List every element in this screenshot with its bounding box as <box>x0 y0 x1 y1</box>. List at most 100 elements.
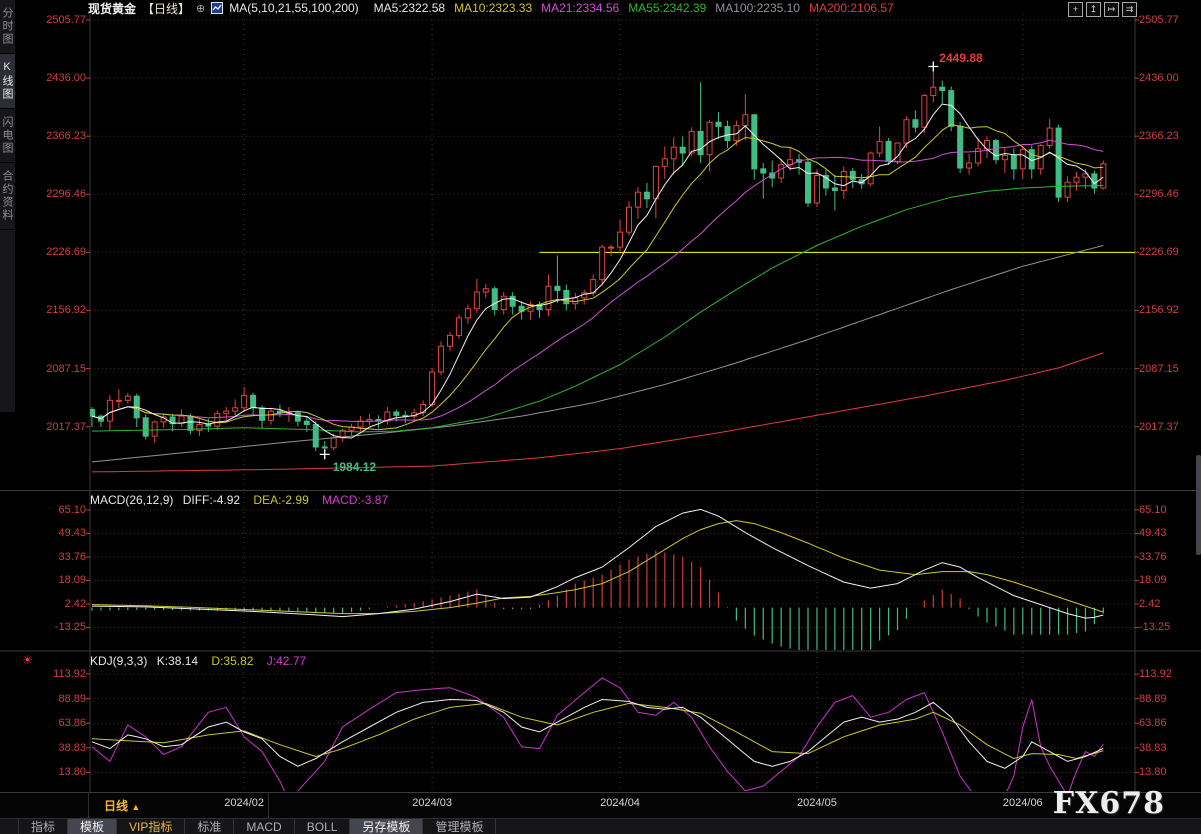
kdj-axis-label-right: 63.86 <box>1139 717 1167 729</box>
macd-axis-label-right: -13.25 <box>1139 621 1170 633</box>
chart-header: 现货黄金 【日线】 ⊕ MA(5,10,21,55,100,200) MA5:2… <box>88 1 894 15</box>
macd-axis-label-left: 18.09 <box>24 574 86 586</box>
period-selector[interactable]: 日线 ▲ <box>104 797 140 814</box>
period-tag: 【日线】 <box>142 0 190 17</box>
macd-axis-label-left: -13.25 <box>24 621 86 633</box>
sun-icon[interactable]: ☀ <box>22 653 33 667</box>
macd-axis-label-right: 33.76 <box>1139 551 1167 563</box>
kdj-axis-label-left: 88.89 <box>24 693 86 705</box>
price-axis-label-left: 2505.77 <box>24 14 86 26</box>
toolbar-tab-标准[interactable]: 标准 <box>185 819 234 834</box>
kdj-axis-label-left: 63.86 <box>24 717 86 729</box>
watermark: FX678 <box>1053 786 1165 821</box>
date-axis-label: 2024/02 <box>224 797 264 809</box>
macd-title: MACD(26,12,9) <box>90 493 173 507</box>
price-axis-label-left: 2017.37 <box>24 421 86 433</box>
date-axis-label: 2024/04 <box>600 797 640 809</box>
price-axis-label-right: 2017.37 <box>1139 421 1179 433</box>
expand-vertical-icon[interactable]: ↥ <box>1086 2 1101 17</box>
price-axis-label-left: 2436.00 <box>24 72 86 84</box>
shift-chart-icon[interactable]: ⇉ <box>1122 2 1137 17</box>
macd-axis-label-left: 33.76 <box>24 551 86 563</box>
ma-legend-value: MA21:2334.56 <box>541 1 619 15</box>
price-axis-label-right: 2156.92 <box>1139 304 1179 316</box>
toolbar-tab-VIP指标[interactable]: VIP指标 <box>117 819 185 834</box>
price-axis-label-left: 2296.46 <box>24 188 86 200</box>
kdj-title: KDJ(9,3,3) <box>90 654 147 668</box>
axis-row-separator <box>88 793 89 818</box>
kdj-axis-label-left: 38.83 <box>24 742 86 754</box>
price-axis-label-right: 2296.46 <box>1139 188 1179 200</box>
macd-axis-label-left: 49.43 <box>24 527 86 539</box>
chart-app: 分时图K线图闪电图合约资料 现货黄金 【日线】 ⊕ MA(5,10,21,55,… <box>0 0 1201 834</box>
kdj-axis-label-left: 113.92 <box>24 668 86 680</box>
symbol-title: 现货黄金 <box>88 0 136 17</box>
sidebar-tab-分时图[interactable]: 分时图 <box>0 0 15 54</box>
low-price-annotation: 1984.12 <box>333 460 376 474</box>
period-arrow-icon: ▲ <box>131 802 140 812</box>
price-axis-label-left: 2087.15 <box>24 363 86 375</box>
kdj-k-value: K:38.14 <box>157 654 198 668</box>
sidebar-tab-合约资料[interactable]: 合约资料 <box>0 163 15 230</box>
macd-axis-label-right: 65.10 <box>1139 504 1167 516</box>
price-marker-cross <box>928 62 938 72</box>
toolbar-tab-模板[interactable]: 模板 <box>68 819 117 834</box>
price-axis-label-right: 2436.00 <box>1139 72 1179 84</box>
macd-histogram <box>92 551 1103 656</box>
ma-legend-value: MA200:2106.57 <box>809 1 894 15</box>
price-axis-label-right: 2505.77 <box>1139 14 1179 26</box>
price-axis-label-right: 2226.69 <box>1139 246 1179 258</box>
sidebar-tab-K线图[interactable]: K线图 <box>0 54 15 109</box>
macd-axis-label-left: 2.42 <box>24 598 86 610</box>
ma-legend-value: MA5:2322.58 <box>374 1 445 15</box>
kdj-header: KDJ(9,3,3) K:38.14 D:35.82 J:42.77 <box>90 654 306 668</box>
toolbar-tab-管理模板[interactable]: 管理模板 <box>423 819 496 834</box>
kdj-axis-label-right: 38.83 <box>1139 742 1167 754</box>
toolbar-tab-MACD[interactable]: MACD <box>234 819 294 834</box>
toolbar-tab-BOLL[interactable]: BOLL <box>295 819 351 834</box>
date-axis-label: 2024/06 <box>1003 797 1043 809</box>
macd-axis-label-right: 18.09 <box>1139 574 1167 586</box>
pane-frame <box>0 14 1201 793</box>
axis-row-separator <box>268 793 269 818</box>
ma-settings-icon[interactable] <box>211 2 223 14</box>
sidebar-tab-闪电图[interactable]: 闪电图 <box>0 109 15 163</box>
ma-legend-value: MA55:2342.39 <box>628 1 706 15</box>
toolbar-tab-指标[interactable]: 指标 <box>19 819 68 834</box>
chart-canvas[interactable] <box>0 0 1201 793</box>
ma-settings-label: MA(5,10,21,55,100,200) <box>229 1 358 15</box>
kdj-axis-label-right: 113.92 <box>1139 668 1172 680</box>
kdj-d-value: D:35.82 <box>211 654 253 668</box>
high-price-annotation: 2449.88 <box>939 51 982 65</box>
kdj-axis-label-right: 88.89 <box>1139 693 1167 705</box>
ma-legend-value: MA10:2323.33 <box>454 1 532 15</box>
macd-dea-value: DEA:-2.99 <box>253 493 308 507</box>
date-axis-label: 2024/05 <box>797 797 837 809</box>
macd-header: MACD(26,12,9) DIFF:-4.92 DEA:-2.99 MACD:… <box>90 493 388 507</box>
price-axis-label-right: 2087.15 <box>1139 363 1179 375</box>
scrollbar-thumb[interactable] <box>1196 455 1201 555</box>
kdj-lines <box>92 678 1103 793</box>
macd-diff-value: DIFF:-4.92 <box>183 493 240 507</box>
expand-horizontal-icon[interactable]: ↦ <box>1104 2 1119 17</box>
price-axis-label-right: 2366.23 <box>1139 130 1179 142</box>
date-axis-label: 2024/03 <box>412 797 452 809</box>
macd-axis-label-right: 49.43 <box>1139 527 1167 539</box>
price-axis-label-left: 2366.23 <box>24 130 86 142</box>
price-axis-label-left: 2156.92 <box>24 304 86 316</box>
toolbar-lead-spacer <box>0 819 19 834</box>
kdj-j-value: J:42.77 <box>267 654 306 668</box>
ma-legend-value: MA100:2235.10 <box>715 1 800 15</box>
kdj-axis-label-right: 13.80 <box>1139 766 1167 778</box>
macd-axis-label-left: 65.10 <box>24 504 86 516</box>
expand-icon[interactable]: ⊕ <box>196 2 205 15</box>
ma-legend: MA5:2322.58 MA10:2323.33 MA21:2334.56 MA55:… <box>365 1 894 15</box>
crosshair-tool-icon[interactable]: + <box>1068 2 1083 17</box>
price-axis-label-left: 2226.69 <box>24 246 86 258</box>
price-marker-cross <box>320 449 330 459</box>
sidebar: 分时图K线图闪电图合约资料 <box>0 0 15 412</box>
toolbar-tab-另存模板[interactable]: 另存模板 <box>350 819 423 834</box>
bottom-toolbar: 指标模板VIP指标标准MACDBOLL另存模板管理模板 <box>0 818 1201 834</box>
macd-macd-value: MACD:-3.87 <box>322 493 388 507</box>
chart-toolbar-icons: +↥↦⇉ <box>1068 2 1137 17</box>
